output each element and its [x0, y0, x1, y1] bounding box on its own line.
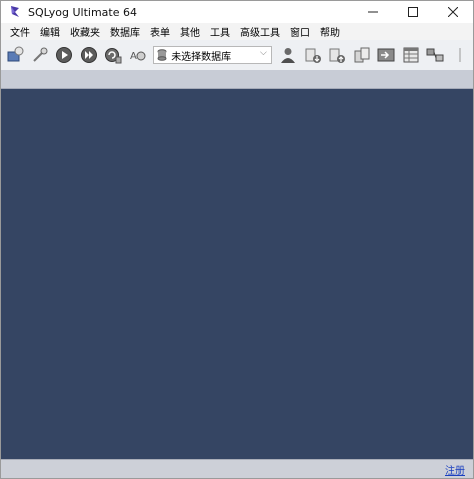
- menu-favorites[interactable]: 收藏夹: [65, 24, 105, 39]
- refresh-icon: [105, 48, 122, 64]
- play-icon: [56, 47, 73, 63]
- restore-database-button[interactable]: [326, 44, 349, 67]
- menu-bar: 文件 编辑 收藏夹 数据库 表单 其他 工具 高级工具 窗口 帮助: [1, 23, 473, 40]
- app-window: SQLyog Ultimate 64 文件 编辑 收藏夹 数据库 表单 其他 工…: [0, 0, 474, 479]
- new-connection-wizard-button[interactable]: [29, 44, 52, 67]
- magic-wand-icon: [33, 47, 48, 62]
- minimize-button[interactable]: [353, 1, 393, 23]
- table-grid-icon: [403, 47, 419, 63]
- window-title: SQLyog Ultimate 64: [28, 5, 137, 19]
- mdi-workspace[interactable]: [1, 89, 473, 459]
- menu-database[interactable]: 数据库: [105, 24, 145, 39]
- connection-tab-strip: [1, 70, 473, 89]
- menu-tools[interactable]: 工具: [205, 24, 235, 39]
- window-controls: [353, 1, 473, 23]
- toolbar: A 未选择数据库 ⌵: [1, 40, 473, 70]
- copy-database-button[interactable]: [350, 44, 373, 67]
- database-selector[interactable]: 未选择数据库 ⌵: [153, 46, 272, 64]
- menu-advanced-tools[interactable]: 高级工具: [235, 24, 285, 39]
- database-selector-value: 未选择数据库: [171, 51, 232, 63]
- toolbar-separator-icon: [459, 48, 461, 62]
- menu-table[interactable]: 表单: [145, 24, 175, 39]
- svg-text:A: A: [130, 51, 137, 62]
- sqlyog-logo-icon: [8, 5, 22, 19]
- close-icon: [448, 7, 458, 17]
- backup-database-button[interactable]: [301, 44, 324, 67]
- execute-query-button[interactable]: [53, 44, 76, 67]
- chevron-down-icon: ⌵: [259, 48, 267, 58]
- close-button[interactable]: [433, 1, 473, 23]
- execute-all-queries-button[interactable]: [78, 44, 101, 67]
- search-replace-button[interactable]: A: [127, 44, 150, 67]
- database-icon: [157, 49, 167, 61]
- search-replace-icon: A: [130, 51, 146, 62]
- new-connection-button[interactable]: [4, 44, 27, 67]
- register-link[interactable]: 注册: [445, 462, 465, 477]
- copy-database-icon: [354, 47, 370, 63]
- toolbar-more-button[interactable]: [449, 44, 472, 67]
- menu-other[interactable]: 其他: [175, 24, 205, 39]
- menu-help[interactable]: 帮助: [315, 24, 345, 39]
- menu-file[interactable]: 文件: [5, 24, 35, 39]
- user-icon: [281, 48, 296, 63]
- fast-forward-icon: [80, 47, 97, 63]
- status-bar: 注册: [1, 459, 473, 478]
- maximize-button[interactable]: [393, 1, 433, 23]
- menu-window[interactable]: 窗口: [285, 24, 315, 39]
- database-import-icon: [329, 48, 346, 63]
- menu-edit[interactable]: 编辑: [35, 24, 65, 39]
- schema-icon: [426, 48, 444, 62]
- title-bar[interactable]: SQLyog Ultimate 64: [1, 1, 473, 23]
- minimize-icon: [368, 11, 378, 13]
- refresh-button[interactable]: [102, 44, 125, 67]
- maximize-icon: [408, 7, 418, 17]
- table-data-button[interactable]: [399, 44, 422, 67]
- import-external-data-button[interactable]: [375, 44, 398, 67]
- import-table-icon: [377, 48, 395, 62]
- new-connection-icon: [7, 46, 24, 62]
- schema-designer-button[interactable]: [424, 44, 447, 67]
- user-manager-button[interactable]: [277, 44, 300, 67]
- database-export-icon: [305, 48, 321, 63]
